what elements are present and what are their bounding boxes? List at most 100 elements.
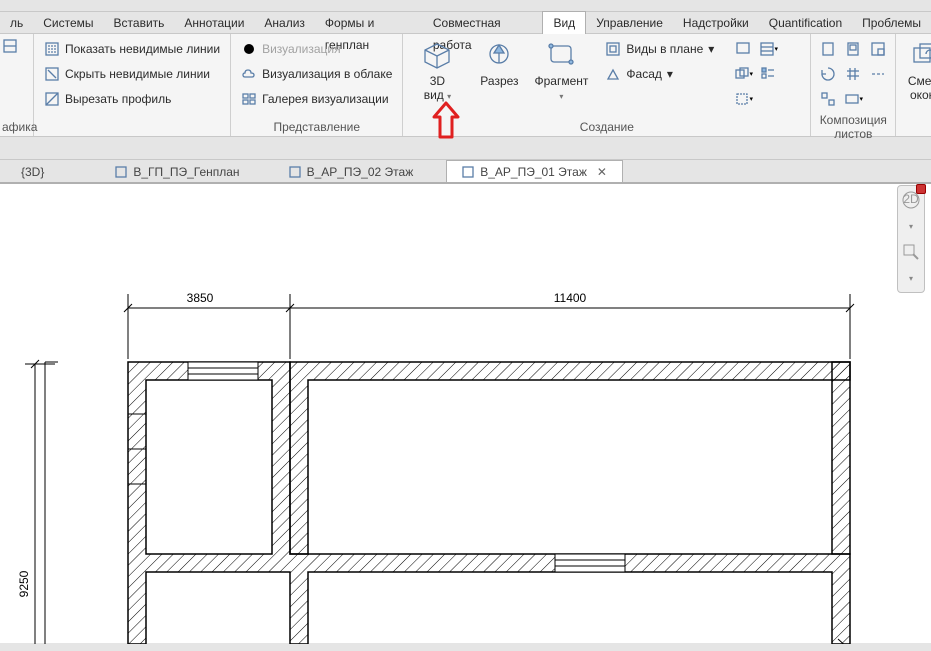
menu-item-addins[interactable]: Надстройки: [673, 12, 759, 34]
panel-spacer: [40, 117, 224, 134]
view-tab-label: В_АР_ПЭ_01 Этаж: [480, 165, 587, 179]
title-block-icon[interactable]: [867, 38, 889, 60]
guide-grid-icon[interactable]: [842, 63, 864, 85]
menu-item-analysis[interactable]: Анализ: [254, 12, 315, 34]
menu-item-manage[interactable]: Управление: [586, 12, 673, 34]
ribbon-panel-sheets: ▾ Композиция листов: [811, 34, 896, 136]
plan-view-icon: [461, 165, 475, 179]
view-tab-floor1[interactable]: В_АР_ПЭ_01 Этаж ✕: [446, 160, 623, 182]
ribbon: афика Показать невидимые линии Скрыть не…: [0, 34, 931, 137]
dimension-11400: 11400: [554, 291, 587, 305]
3d-view-label: 3Dвид ▾: [424, 74, 451, 104]
ribbon-panel-windows: Сменаокон ▾ Зне: [896, 34, 931, 136]
panel-label-graphics-frag: афика: [2, 117, 31, 134]
close-tab-button[interactable]: ✕: [596, 166, 608, 178]
ribbon-panel-presentation: Визуализация Визуализация в облаке Галер…: [231, 34, 403, 136]
plan-views-label: Виды в плане: [626, 42, 703, 56]
sheets-icon-grid: ▾: [817, 38, 889, 110]
matchline-icon[interactable]: [867, 63, 889, 85]
sheet-icon[interactable]: [817, 38, 839, 60]
render-gallery-label: Галерея визуализации: [262, 92, 389, 106]
hide-hidden-lines-button[interactable]: Скрыть невидимые линии: [40, 63, 224, 85]
dimension-3850: 3850: [187, 291, 214, 305]
drafting-view-icon[interactable]: [732, 38, 754, 60]
duplicate-view-icon[interactable]: ▾: [732, 63, 754, 85]
show-hidden-lines-icon: [44, 41, 60, 57]
svg-text:2D: 2D: [903, 192, 919, 206]
create-icon-grid: ▾ ▾ ▾: [732, 38, 804, 110]
view-reference-icon[interactable]: [817, 88, 839, 110]
navigation-bar: 2D ▾ ▾: [897, 185, 925, 293]
view-tabs-bar: {3D} В_ГП_ПЭ_Генплан В_АР_ПЭ_02 Этаж В_А…: [0, 159, 931, 183]
callout-icon: [545, 40, 577, 72]
plan-views-icon: [605, 41, 621, 57]
viewport-icon[interactable]: ▾: [842, 88, 864, 110]
cut-profile-button[interactable]: Вырезать профиль: [40, 88, 224, 110]
view-icon[interactable]: [842, 38, 864, 60]
render-icon: [241, 41, 257, 57]
view-tab-floor2[interactable]: В_АР_ПЭ_02 Этаж: [273, 160, 429, 182]
switch-windows-button[interactable]: Сменаокон ▾: [902, 38, 931, 104]
render-button: Визуализация: [237, 38, 396, 60]
navbar-close-icon[interactable]: [916, 184, 926, 194]
cut-profile-label: Вырезать профиль: [65, 92, 171, 106]
switch-windows-label: Сменаокон ▾: [908, 74, 931, 104]
render-cloud-button[interactable]: Визуализация в облаке: [237, 63, 396, 85]
plan-view-icon: [114, 165, 128, 179]
elevation-icon: [605, 66, 621, 82]
render-cloud-label: Визуализация в облаке: [262, 67, 392, 81]
view-tab-label: {3D}: [21, 165, 44, 179]
dropdown-icon: ▾: [708, 42, 714, 56]
zoom-icon[interactable]: [901, 242, 921, 262]
menu-bar: ль Системы Вставить Аннотации Анализ Фор…: [0, 12, 931, 34]
section-button[interactable]: Разрез: [471, 38, 527, 88]
graphics-icon[interactable]: [2, 38, 18, 57]
show-hidden-lines-button[interactable]: Показать невидимые линии: [40, 38, 224, 60]
nav-dropdown-icon[interactable]: ▾: [901, 216, 921, 236]
menu-item-issues[interactable]: Проблемы: [852, 12, 931, 34]
ribbon-panel-graphics: Показать невидимые линии Скрыть невидимы…: [34, 34, 231, 136]
3d-view-icon: [421, 40, 453, 72]
render-gallery-icon: [241, 91, 257, 107]
render-label: Визуализация: [262, 42, 341, 56]
create-misc-button[interactable]: [601, 88, 718, 110]
hide-hidden-lines-icon: [44, 66, 60, 82]
cut-profile-icon: [44, 91, 60, 107]
callout-label: Фрагмент▾: [534, 74, 588, 104]
switch-windows-icon: [910, 40, 931, 72]
section-icon: [483, 40, 515, 72]
drawing-canvas[interactable]: 3850 11400 9250: [0, 183, 931, 643]
schedule-icon[interactable]: ▾: [757, 38, 779, 60]
view-tab-label: В_АР_ПЭ_02 Этаж: [307, 165, 414, 179]
panel-label-sheets: Композиция листов: [817, 110, 889, 141]
render-gallery-button[interactable]: Галерея визуализации: [237, 88, 396, 110]
dropdown-icon: ▾: [667, 67, 673, 81]
menu-item-collaborate[interactable]: Совместная работа: [423, 12, 543, 34]
menu-item-insert[interactable]: Вставить: [104, 12, 175, 34]
dimension-9250: 9250: [17, 570, 31, 597]
elevation-label: Фасад: [626, 67, 661, 81]
menu-item-systems[interactable]: Системы: [33, 12, 103, 34]
3d-view-button[interactable]: 3Dвид ▾: [409, 38, 465, 104]
panel-label-presentation: Представление: [237, 117, 396, 134]
view-tab-3d[interactable]: {3D}: [6, 160, 59, 182]
scope-box-icon[interactable]: ▾: [732, 88, 754, 110]
legend-icon[interactable]: [757, 63, 779, 85]
menu-item-annotations[interactable]: Аннотации: [174, 12, 254, 34]
view-tab-label: В_ГП_ПЭ_Генплан: [133, 165, 239, 179]
elevation-button[interactable]: Фасад ▾: [601, 63, 718, 85]
section-label: Разрез: [480, 74, 518, 88]
menu-item-file-fragment[interactable]: ль: [0, 12, 33, 34]
plan-views-button[interactable]: Виды в плане ▾: [601, 38, 718, 60]
ribbon-panel-create: 3Dвид ▾ Разрез Фрагмент▾ Виды в плане ▾: [403, 34, 811, 136]
revisions-icon[interactable]: [817, 63, 839, 85]
callout-button[interactable]: Фрагмент▾: [533, 38, 589, 104]
menu-item-quantification[interactable]: Quantification: [759, 12, 852, 34]
hide-hidden-lines-label: Скрыть невидимые линии: [65, 67, 210, 81]
show-hidden-lines-label: Показать невидимые линии: [65, 42, 220, 56]
menu-item-view[interactable]: Вид: [542, 11, 586, 34]
nav-dropdown-icon[interactable]: ▾: [901, 268, 921, 288]
plan-view-icon: [288, 165, 302, 179]
view-tab-genplan[interactable]: В_ГП_ПЭ_Генплан: [99, 160, 254, 182]
menu-item-massing[interactable]: Формы и генплан: [315, 12, 423, 34]
